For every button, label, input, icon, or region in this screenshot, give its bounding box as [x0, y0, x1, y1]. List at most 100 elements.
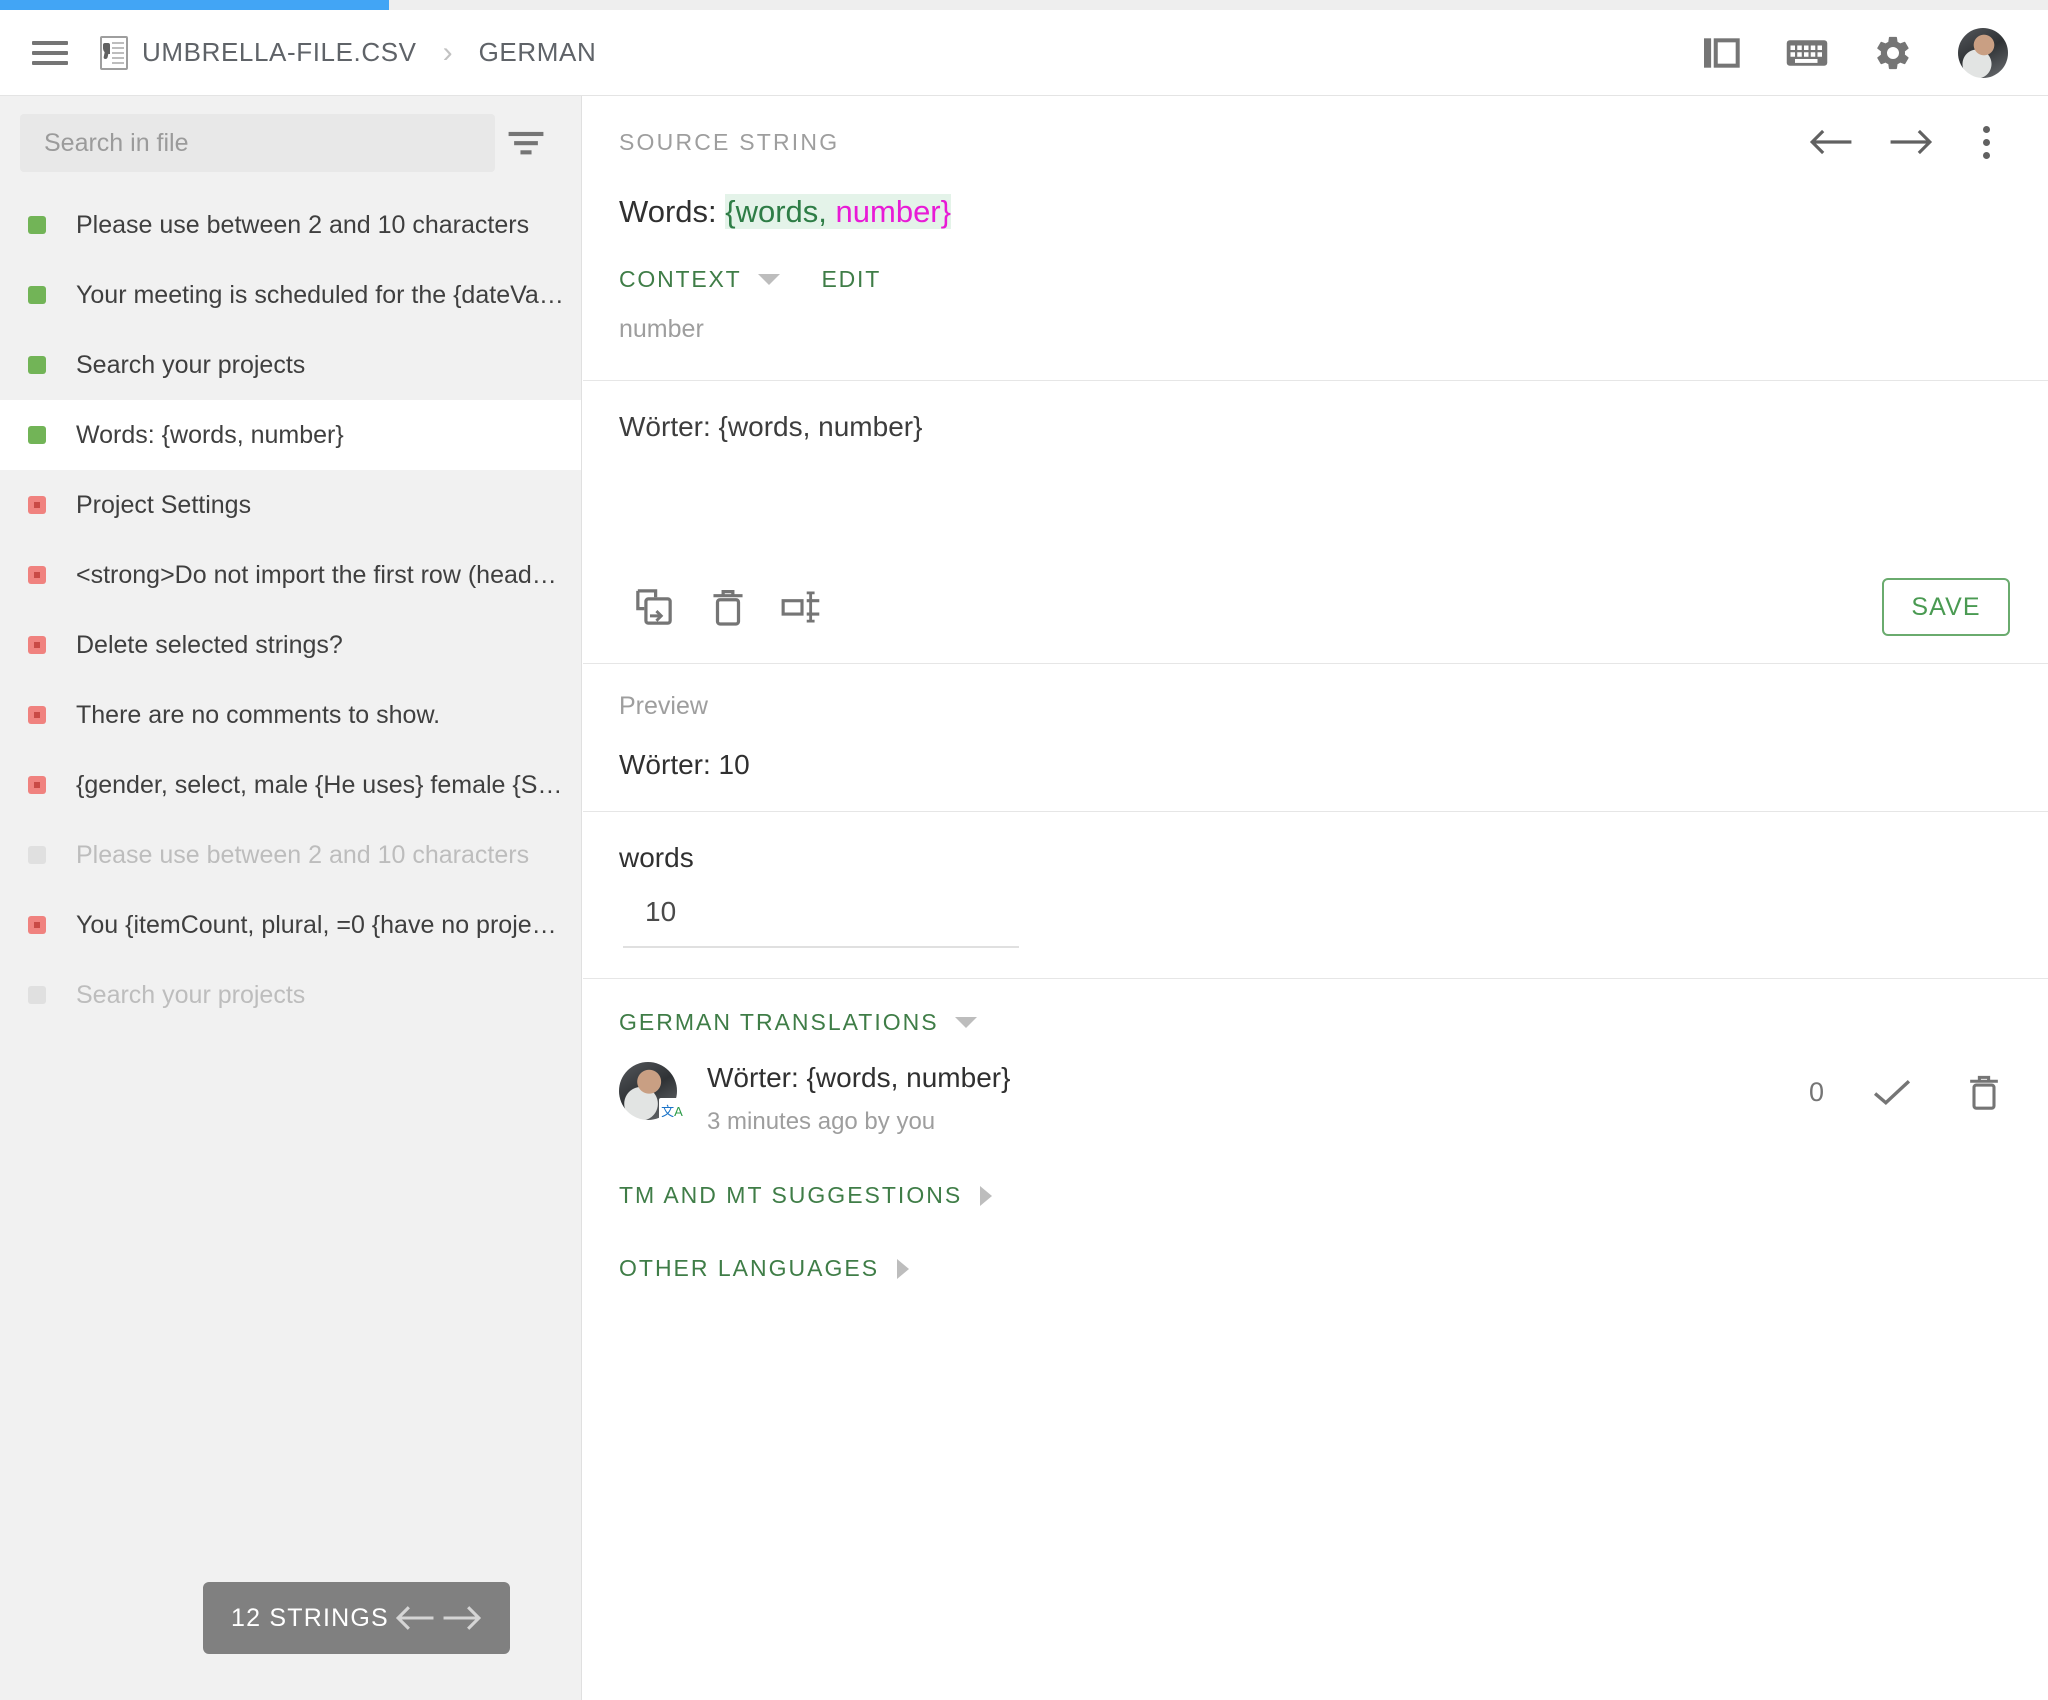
list-item[interactable]: Words: {words, number} — [0, 400, 581, 470]
status-badge — [28, 986, 46, 1004]
list-item[interactable]: <strong>Do not import the first row (hea… — [0, 540, 581, 610]
translation-row: 文A Wörter: {words, number} 3 minutes ago… — [583, 1036, 2048, 1136]
other-languages-toggle[interactable]: OTHER LANGUAGES — [619, 1255, 879, 1282]
sidebar: Please use between 2 and 10 characters Yo… — [0, 96, 582, 1700]
keyboard-icon[interactable] — [1786, 32, 1828, 74]
translation-body: Wörter: {words, number} 3 minutes ago by… — [707, 1062, 1809, 1136]
breadcrumb-file[interactable]: UMBRELLA-FILE.CSV — [142, 37, 417, 68]
status-badge — [28, 776, 46, 794]
pager-next-icon[interactable] — [442, 1604, 482, 1632]
argument-value-input[interactable] — [623, 896, 1019, 949]
tm-suggestions-header: TM AND MT SUGGESTIONS — [583, 1136, 2048, 1209]
chevron-right-icon[interactable] — [897, 1258, 910, 1279]
chevron-down-icon[interactable] — [757, 274, 780, 286]
german-translations-toggle[interactable]: GERMAN TRANSLATIONS — [619, 1009, 939, 1036]
context-toggle[interactable]: CONTEXT — [619, 266, 742, 293]
copy-source-icon[interactable] — [619, 572, 689, 642]
preview-value: Wörter: 10 — [619, 749, 750, 781]
translation-input[interactable]: Wörter: {words, number} — [583, 381, 2048, 551]
status-badge — [28, 566, 46, 584]
placeholder-type: number} — [826, 194, 951, 229]
gear-icon[interactable] — [1872, 32, 1914, 74]
string-list: Please use between 2 and 10 characters Yo… — [0, 190, 581, 1030]
editor-toolbar: SAVE — [583, 551, 2048, 663]
clear-translation-icon[interactable] — [693, 572, 763, 642]
string-pager: 12 STRINGS — [203, 1582, 510, 1654]
status-badge — [28, 846, 46, 864]
list-item[interactable]: Delete selected strings? — [0, 610, 581, 680]
editor-panel: SOURCE STRING Words: {words, number} CON… — [583, 96, 2048, 1700]
list-item-label: Please use between 2 and 10 characters — [76, 840, 530, 869]
kebab-menu-icon[interactable] — [1964, 115, 2008, 169]
string-count-label: 12 STRINGS — [231, 1603, 389, 1632]
other-languages-header: OTHER LANGUAGES — [583, 1209, 2048, 1282]
preview-section: Preview Wörter: 10 — [583, 664, 2048, 811]
list-item[interactable]: Project Settings — [0, 470, 581, 540]
preview-label: Preview — [619, 692, 708, 721]
list-item-label: Your meeting is scheduled for the {dateV… — [76, 280, 565, 309]
list-item[interactable]: Please use between 2 and 10 characters — [0, 820, 581, 890]
translation-text: Wörter: {words, number} — [707, 1062, 1011, 1094]
sidebar-search-row — [0, 96, 581, 182]
argument-label: words — [619, 842, 694, 874]
avatar[interactable] — [1958, 27, 2008, 78]
hamburger-menu-icon[interactable] — [28, 37, 72, 69]
source-string-prefix: Words: — [619, 194, 726, 229]
app-header: UMBRELLA-FILE.CSV › GERMAN — [0, 10, 2048, 96]
context-edit-button[interactable]: EDIT — [822, 266, 882, 293]
chevron-right-icon[interactable] — [980, 1185, 993, 1206]
vote-count: 0 — [1808, 1076, 1824, 1107]
list-item[interactable]: Search your projects — [0, 330, 581, 400]
csv-file-icon — [100, 35, 128, 70]
status-badge — [28, 706, 46, 724]
page-progress-fill — [0, 0, 390, 10]
source-string-header: SOURCE STRING — [583, 96, 2048, 188]
list-item-label: Search your projects — [76, 980, 306, 1009]
placeholder-name: {words, — [725, 194, 827, 229]
list-item[interactable]: Your meeting is scheduled for the {dateV… — [0, 260, 581, 330]
argument-input-wrap — [619, 896, 1019, 949]
arguments-section: words — [583, 812, 2048, 978]
translation-actions: 0 — [1809, 1062, 2008, 1116]
search-input[interactable] — [42, 127, 473, 159]
tm-suggestions-toggle[interactable]: TM AND MT SUGGESTIONS — [619, 1182, 962, 1209]
status-badge — [28, 216, 46, 234]
status-badge — [28, 916, 46, 934]
trash-icon[interactable] — [1960, 1068, 2008, 1116]
translation-meta: 3 minutes ago by you — [707, 1108, 936, 1136]
list-item-label: Project Settings — [76, 490, 252, 519]
next-string-icon[interactable] — [1884, 115, 1938, 169]
status-badge — [28, 426, 46, 444]
context-row: CONTEXT EDIT — [583, 232, 2048, 293]
previous-string-icon[interactable] — [1804, 115, 1858, 169]
source-string-label: SOURCE STRING — [619, 128, 840, 155]
header-actions — [1700, 27, 2008, 78]
list-item[interactable]: There are no comments to show. — [0, 680, 581, 750]
chevron-down-icon[interactable] — [954, 1017, 977, 1029]
translate-badge-icon: 文A — [659, 1098, 685, 1125]
pager-prev-icon[interactable] — [395, 1604, 435, 1632]
breadcrumb-language[interactable]: GERMAN — [479, 37, 597, 68]
toggle-placeholder-icon[interactable] — [767, 572, 837, 642]
translation-author-avatar: 文A — [619, 1062, 685, 1125]
list-item[interactable]: Please use between 2 and 10 characters — [0, 190, 581, 260]
list-item-label: There are no comments to show. — [76, 700, 441, 729]
page-progress-bar — [0, 0, 2048, 10]
status-badge — [28, 636, 46, 654]
save-button[interactable]: SAVE — [1882, 578, 2010, 637]
search-box[interactable] — [20, 114, 495, 172]
status-badge — [28, 496, 46, 514]
split-view-icon[interactable] — [1700, 32, 1742, 74]
breadcrumb-separator-icon: › — [442, 35, 453, 69]
list-item-label: Words: {words, number} — [76, 420, 344, 449]
status-badge — [28, 356, 46, 374]
list-item[interactable]: Search your projects — [0, 960, 581, 1030]
filter-icon[interactable] — [495, 114, 557, 172]
list-item[interactable]: You {itemCount, plural, =0 {have no proj… — [0, 890, 581, 960]
check-icon[interactable] — [1868, 1068, 1916, 1116]
list-item-label: {gender, select, male {He uses} female {… — [76, 770, 565, 799]
list-item[interactable]: {gender, select, male {He uses} female {… — [0, 750, 581, 820]
source-string-placeholder: {words, number} — [725, 194, 951, 229]
list-item-label: <strong>Do not import the first row (hea… — [76, 560, 565, 589]
german-translations-header: GERMAN TRANSLATIONS — [583, 979, 2048, 1036]
